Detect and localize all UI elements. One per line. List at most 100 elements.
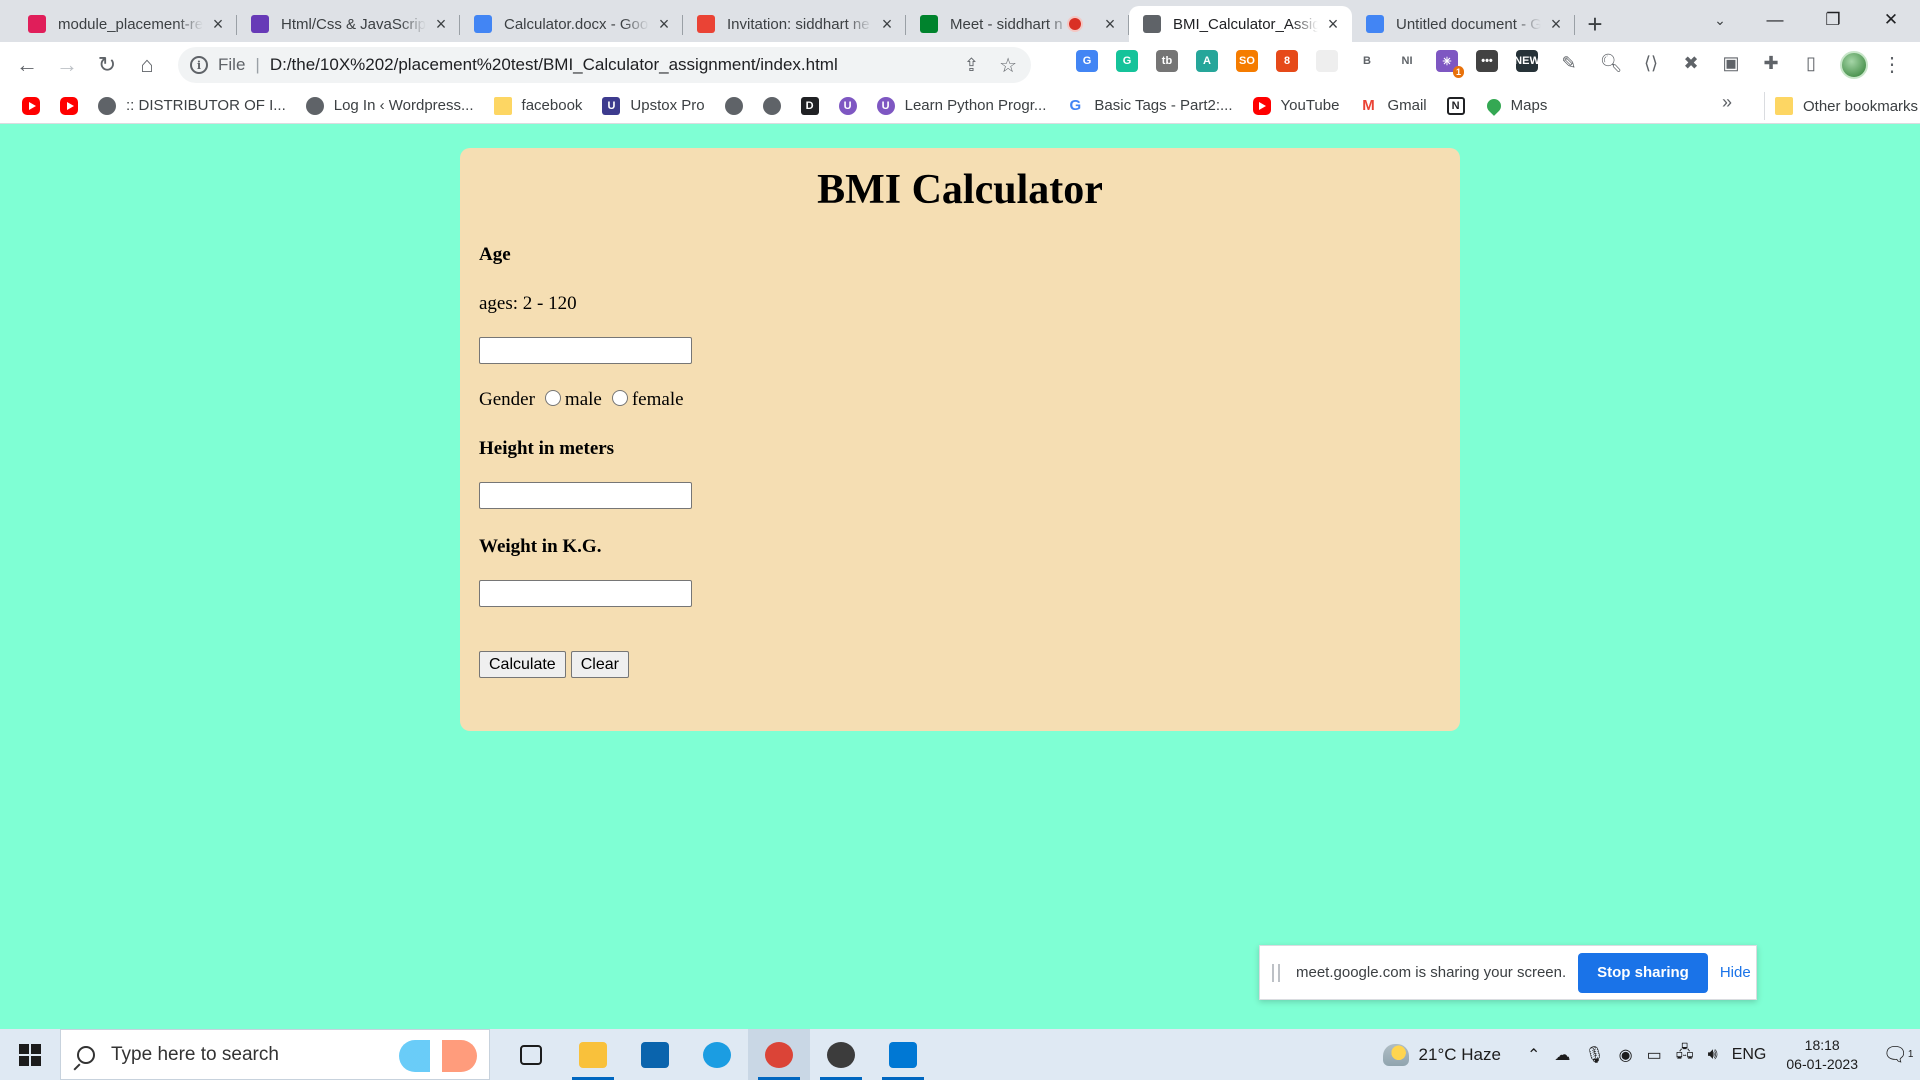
pen-ext-icon[interactable]: ✎ [1556, 50, 1582, 76]
address-url[interactable]: D:/the/10X%202/placement%20test/BMI_Calc… [270, 55, 838, 75]
bat-ext-icon[interactable]: ✖ [1678, 50, 1704, 76]
bookmark-item[interactable] [16, 92, 46, 120]
bookmark-item[interactable] [54, 92, 84, 120]
tab-4[interactable]: Meet - siddhart n × [906, 6, 1129, 42]
close-icon[interactable]: × [432, 14, 450, 34]
file-explorer-icon[interactable] [562, 1029, 624, 1080]
drive-icon[interactable]: A [1196, 50, 1218, 72]
close-icon[interactable]: × [878, 14, 896, 34]
bookmark-item[interactable] [757, 92, 787, 120]
settings-icon[interactable] [810, 1029, 872, 1080]
tab-1[interactable]: Html/Css & JavaScript × [237, 6, 460, 42]
gender-male-label[interactable]: male [565, 389, 602, 411]
bookmark-item[interactable]: facebook [488, 92, 589, 120]
drag-handle-icon[interactable] [1272, 963, 1280, 982]
new-tab-icon[interactable]: + [1575, 6, 1615, 42]
profile-avatar[interactable] [1840, 51, 1868, 79]
home-icon[interactable]: ⌂ [127, 45, 167, 85]
tab-5[interactable]: BMI_Calculator_Assig × [1129, 6, 1352, 42]
close-window-icon[interactable]: ✕ [1862, 0, 1920, 40]
onedrive-icon[interactable]: ☁ [1554, 1045, 1570, 1065]
gender-male-radio[interactable] [544, 390, 561, 406]
mail-icon[interactable] [624, 1029, 686, 1080]
bookmark-item[interactable]: Maps [1479, 92, 1554, 120]
restore-icon[interactable]: ❐ [1804, 0, 1862, 40]
bookmark-item[interactable]: G Basic Tags - Part2:... [1060, 92, 1238, 120]
battery-icon[interactable]: ▭ [1647, 1045, 1662, 1065]
tab-6[interactable]: Untitled document - G × [1352, 6, 1575, 42]
vscode-icon[interactable] [872, 1029, 934, 1080]
chrome-icon[interactable] [748, 1029, 810, 1080]
tb-icon[interactable]: tb [1156, 50, 1178, 72]
edge-icon[interactable] [686, 1029, 748, 1080]
ai-ext-icon[interactable]: ✳ 1 [1436, 50, 1464, 78]
extensions-puzzle-icon[interactable]: ✚ [1758, 50, 1784, 76]
grammarly-icon[interactable]: G [1116, 50, 1138, 72]
b-ext-icon[interactable]: B [1356, 50, 1378, 72]
tab-2[interactable]: Calculator.docx - Goo × [460, 6, 683, 42]
close-icon[interactable]: × [1324, 14, 1342, 34]
lock-ext-icon[interactable]: 8 [1276, 50, 1298, 72]
search-highlight-icon[interactable] [399, 1040, 477, 1072]
reload-icon[interactable]: ↻ [87, 45, 127, 85]
site-info-icon[interactable]: i [190, 56, 208, 74]
tab-manager-icon[interactable]: ▣ [1718, 50, 1744, 76]
camera-icon[interactable]: ◉ [1619, 1045, 1633, 1065]
forward-icon[interactable]: → [47, 45, 87, 85]
menu-kebab-icon[interactable]: ⋮ [1882, 50, 1902, 78]
volume-icon[interactable]: 🔊︎ [1708, 1046, 1718, 1064]
side-panel-icon[interactable]: ▯ [1798, 50, 1824, 76]
blank-ext-icon[interactable] [1316, 50, 1338, 72]
clock[interactable]: 18:18 06-01-2023 [1786, 1036, 1858, 1074]
network-icon[interactable]: 🖧 [1676, 1041, 1694, 1068]
tab-3[interactable]: Invitation: siddhart ne × [683, 6, 906, 42]
bookmark-item[interactable]: U Upstox Pro [596, 92, 710, 120]
bookmarks-overflow-icon[interactable]: » [1722, 92, 1732, 113]
age-input[interactable] [479, 337, 692, 364]
ni-ext-icon[interactable]: NI [1396, 50, 1418, 72]
minimize-icon[interactable]: — [1746, 0, 1804, 40]
gender-female-radio[interactable] [611, 390, 628, 406]
gender-female-label[interactable]: female [632, 389, 684, 411]
calculate-button[interactable]: Calculate [479, 651, 566, 678]
microphone-icon[interactable]: 🎙︎ [1584, 1045, 1604, 1065]
bookmark-item[interactable]: D [795, 92, 825, 120]
dots-ext-icon[interactable]: ••• [1476, 50, 1498, 72]
back-icon[interactable]: ← [7, 45, 47, 85]
windows-start-icon[interactable] [0, 1029, 60, 1080]
chevron-up-icon[interactable]: ⌃ [1527, 1045, 1540, 1065]
bookmark-item[interactable] [719, 92, 749, 120]
tab-0[interactable]: module_placement-re × [14, 6, 237, 42]
share-icon[interactable]: ⇪ [964, 55, 979, 76]
weather-widget[interactable]: 21°C Haze [1382, 1043, 1501, 1066]
translate-icon[interactable]: G [1076, 50, 1098, 72]
bookmark-star-icon[interactable]: ☆ [999, 53, 1017, 78]
language-indicator[interactable]: ENG [1732, 1046, 1767, 1064]
bookmark-item[interactable]: U [833, 92, 863, 120]
hide-link[interactable]: Hide [1720, 964, 1751, 981]
taskbar-search[interactable]: Type here to search [60, 1029, 490, 1080]
search-ext-icon[interactable]: 🔍︎ [1598, 50, 1624, 76]
address-bar[interactable]: i File | D:/the/10X%202/placement%20test… [178, 47, 1031, 83]
bookmark-item[interactable]: M Gmail [1353, 92, 1432, 120]
height-input[interactable] [479, 482, 692, 509]
other-bookmarks[interactable]: Other bookmarks [1764, 92, 1918, 120]
bookmark-item[interactable]: Log In ‹ Wordpress... [300, 92, 480, 120]
code-ext-icon[interactable]: ⟨⟩ [1638, 50, 1664, 76]
close-icon[interactable]: × [1547, 14, 1565, 34]
bookmark-item[interactable]: U Learn Python Progr... [871, 92, 1053, 120]
clear-button[interactable]: Clear [570, 651, 629, 678]
bookmark-item[interactable]: N [1441, 92, 1471, 120]
bookmark-item[interactable]: YouTube [1247, 92, 1346, 120]
so-icon[interactable]: SO [1236, 50, 1258, 72]
stop-sharing-button[interactable]: Stop sharing [1578, 952, 1708, 993]
tab-search-icon[interactable]: ⌄ [1706, 6, 1734, 34]
task-view-icon[interactable] [500, 1029, 562, 1080]
weight-input[interactable] [479, 580, 692, 607]
close-icon[interactable]: × [655, 14, 673, 34]
new-ext-icon[interactable]: NEW [1514, 50, 1540, 72]
close-icon[interactable]: × [1101, 14, 1119, 34]
close-icon[interactable]: × [209, 14, 227, 34]
bookmark-item[interactable]: :: DISTRIBUTOR OF I... [92, 92, 292, 120]
notification-icon[interactable]: 🗨︎ 1 [1876, 1029, 1920, 1080]
